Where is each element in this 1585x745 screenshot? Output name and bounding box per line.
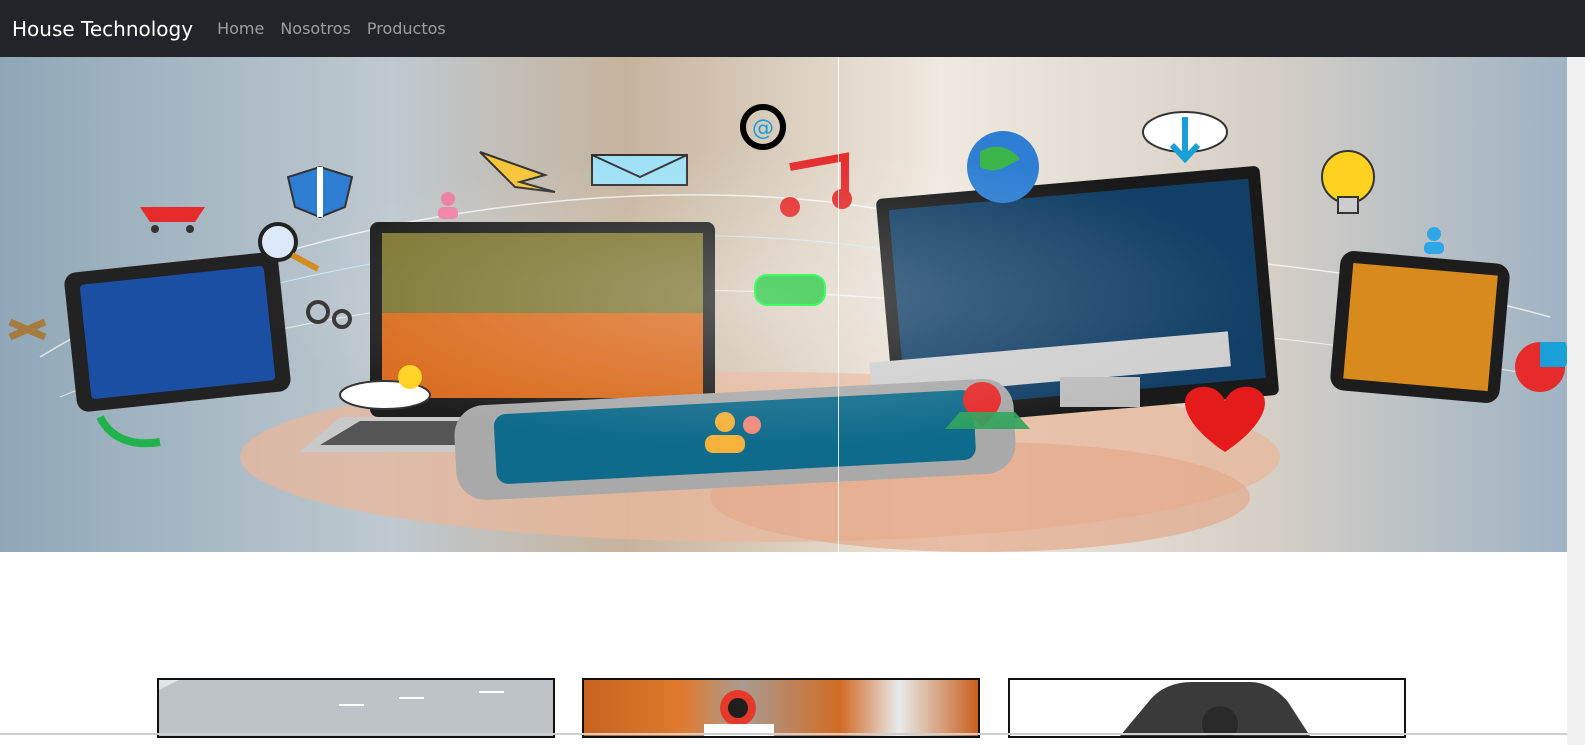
tablet-icon bbox=[64, 252, 291, 412]
product-card-3[interactable] bbox=[1008, 678, 1406, 738]
smartphone-icon bbox=[1330, 251, 1510, 403]
nav-link-home[interactable]: Home bbox=[217, 19, 264, 38]
hero-glow bbox=[260, 147, 1260, 447]
hero-illustration: @ bbox=[0, 57, 1567, 552]
hero-divider-line bbox=[838, 57, 839, 552]
hero-banner: @ bbox=[0, 57, 1567, 552]
nav-link-productos[interactable]: Productos bbox=[367, 19, 446, 38]
nav-link-nosotros[interactable]: Nosotros bbox=[280, 19, 351, 38]
product-card-1[interactable] bbox=[157, 678, 555, 738]
page-scrollbar[interactable] bbox=[1567, 57, 1585, 745]
road-image-icon bbox=[159, 680, 553, 736]
device-image-icon bbox=[1120, 682, 1310, 736]
brand-link[interactable]: House Technology bbox=[12, 17, 193, 41]
top-navbar: House Technology Home Nosotros Productos bbox=[0, 0, 1585, 57]
svg-text:@: @ bbox=[752, 116, 774, 141]
page-bottom-border bbox=[0, 733, 1567, 735]
motorcycle-rider-image-icon bbox=[704, 690, 774, 736]
product-card-2[interactable] bbox=[582, 678, 980, 738]
